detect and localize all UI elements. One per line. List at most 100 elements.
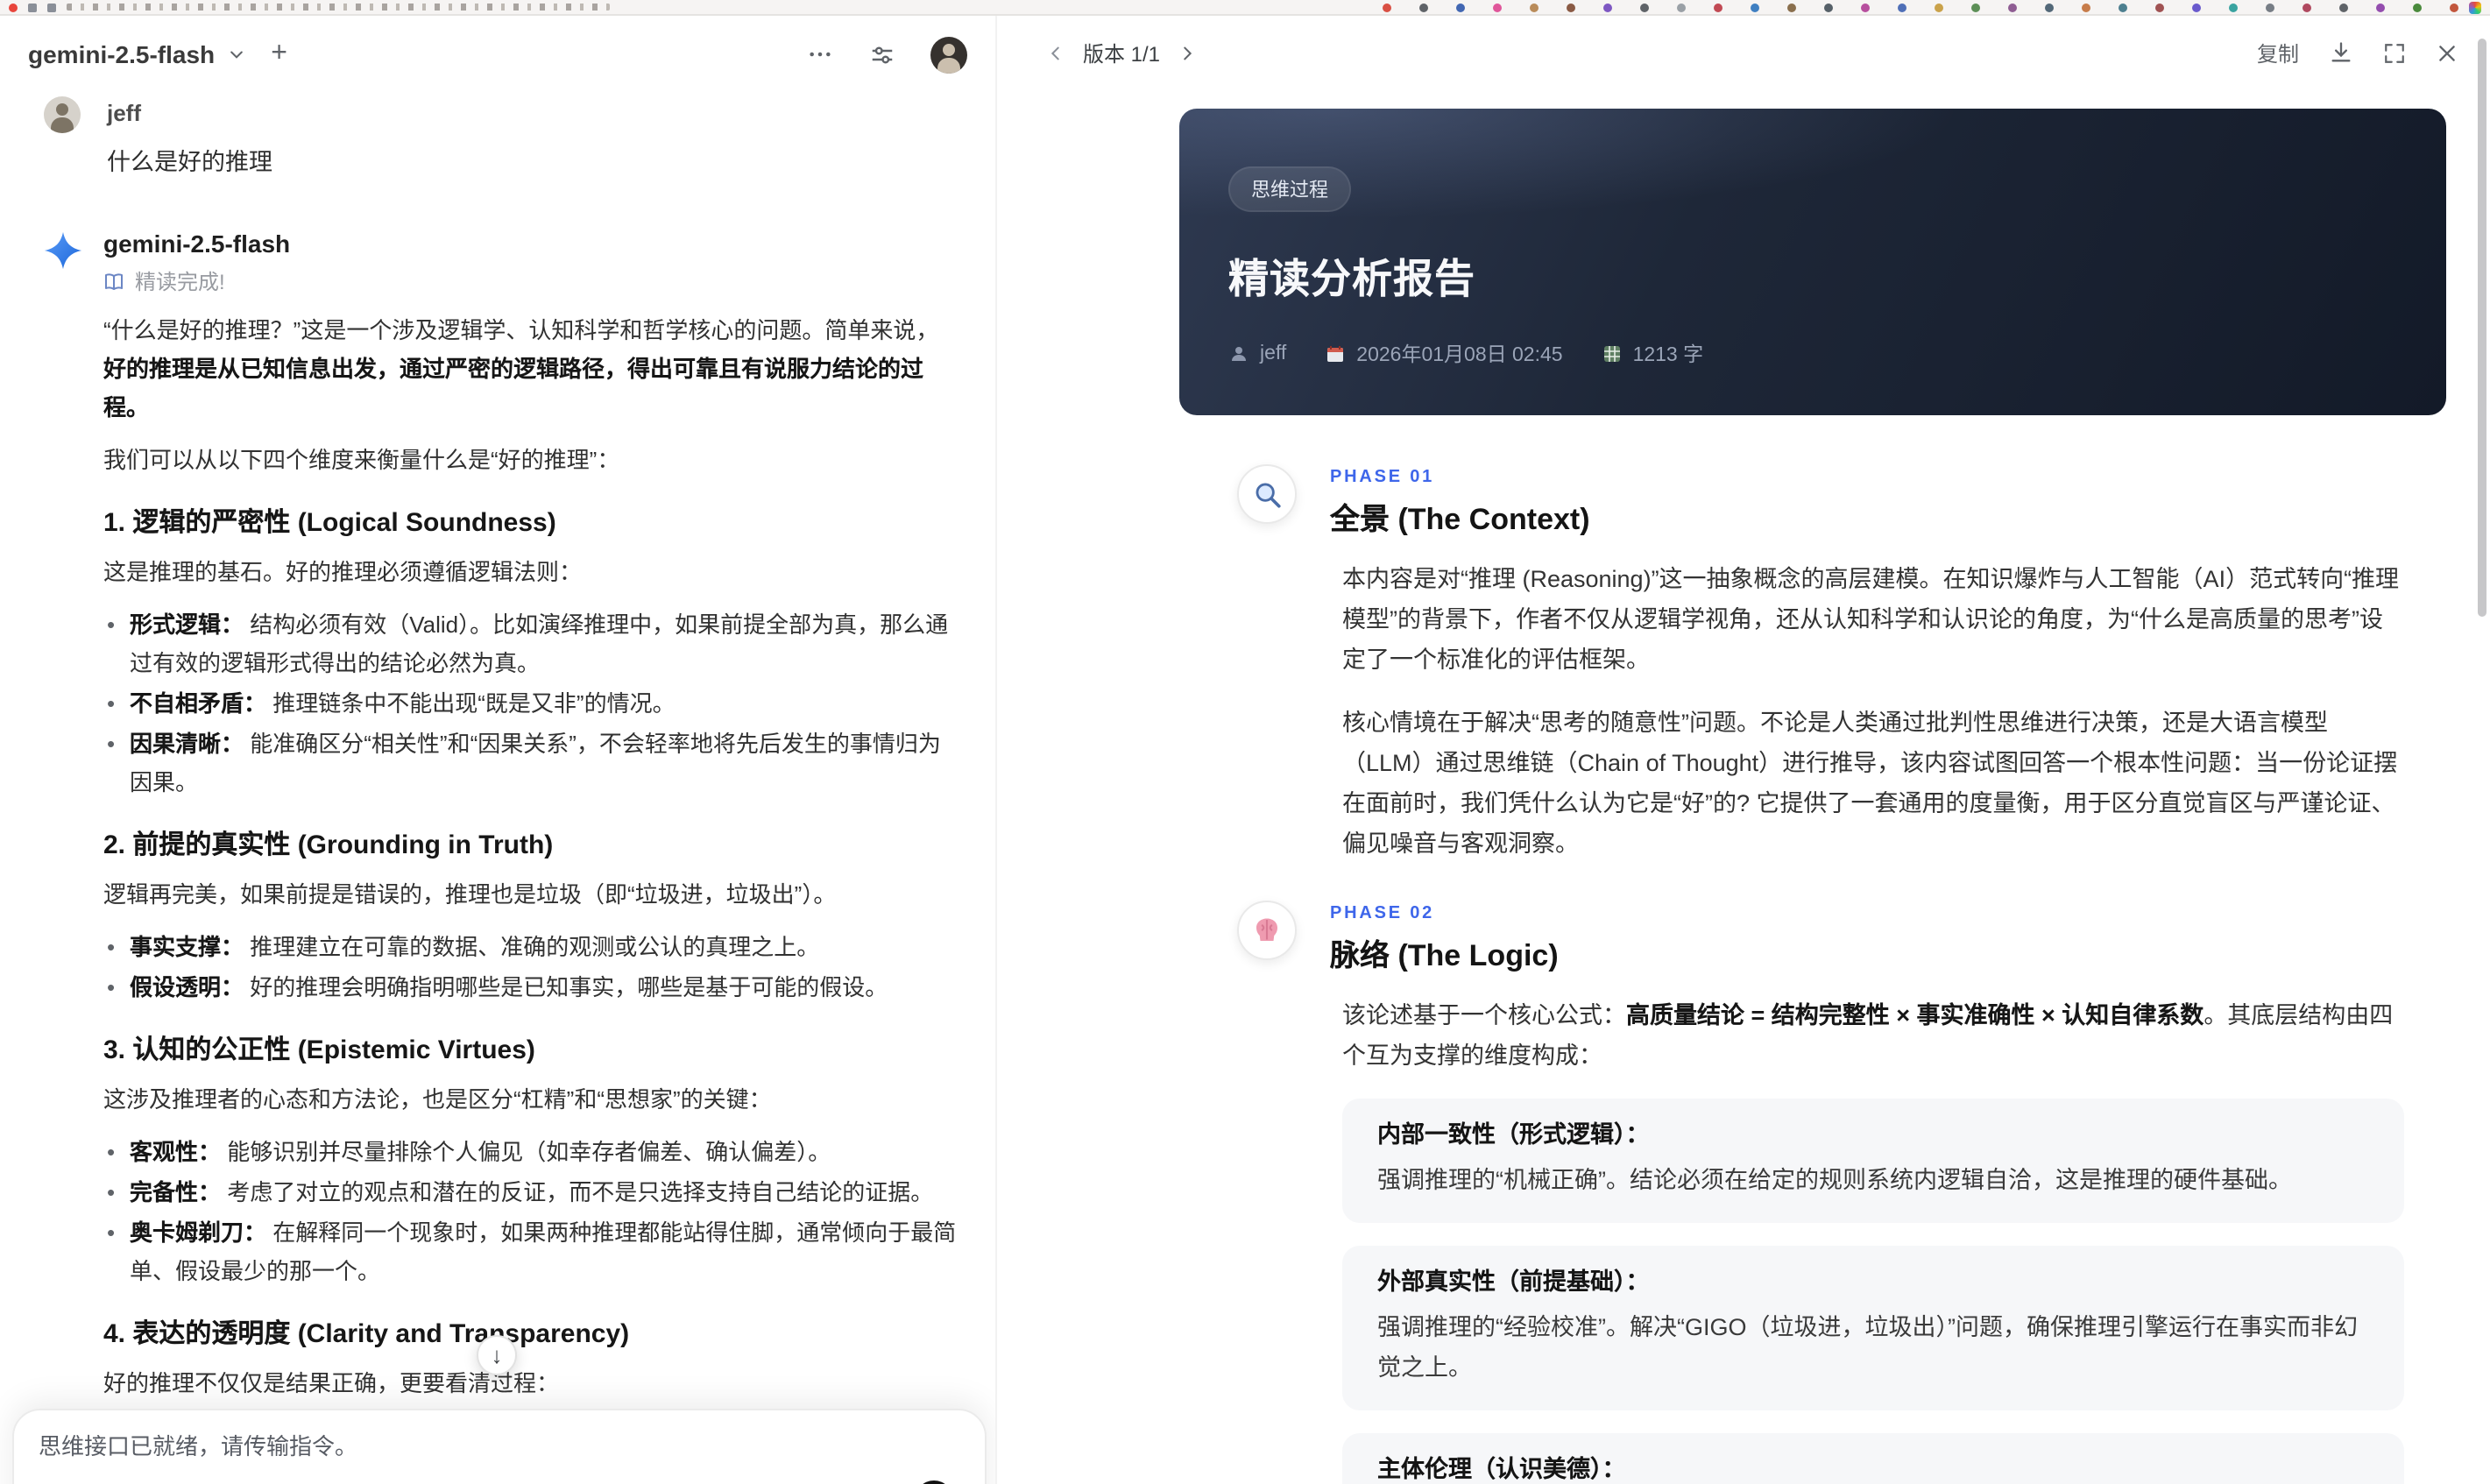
section-title: 3. 认知的公正性 (Epistemic Virtues) <box>103 1035 535 1066</box>
menubar-extension-icon[interactable] <box>2229 3 2238 11</box>
model-name: gemini-2.5-flash <box>28 40 216 68</box>
menubar-extension-icon[interactable] <box>2155 3 2164 11</box>
user-message: jeff 什么是好的推理 <box>44 96 960 177</box>
section-title: 4. 表达的透明度 (Clarity and Transparency) <box>103 1319 630 1350</box>
close-button[interactable] <box>2436 41 2458 64</box>
magnifier-icon <box>1237 464 1297 524</box>
chat-header: gemini-2.5-flash + <box>0 16 995 93</box>
status-text: 精读完成! <box>135 270 225 294</box>
version-label: 版本 1/1 <box>1083 41 1161 66</box>
phase-title: 脉络 (The Logic) <box>1330 938 1559 972</box>
menubar-extension-icon[interactable] <box>2082 3 2090 11</box>
menubar-extension-icon[interactable] <box>2045 3 2054 11</box>
record-indicator-icon <box>9 3 18 11</box>
menubar-extension-icon[interactable] <box>2008 3 2017 11</box>
bullet-item: 因果清晰： 能准确区分“相关性”和“因果关系”，不会轻率地将先后发生的事情归为因… <box>103 726 960 803</box>
menubar-extension-icon[interactable] <box>1787 3 1796 11</box>
rainbow-app-icon[interactable] <box>2469 1 2481 13</box>
user-name: jeff <box>107 100 141 126</box>
user-avatar <box>44 96 81 133</box>
menubar-extension-icon[interactable] <box>2413 3 2422 11</box>
section-intro: 逻辑再完美，如果前提是错误的，推理也是垃圾（即“垃圾进，垃圾出”）。 <box>103 880 837 908</box>
menubar-extension-icon[interactable] <box>1714 3 1722 11</box>
lead-in-paragraph: 我们可以从以下四个维度来衡量什么是“好的推理”： <box>103 447 620 474</box>
grid-icon[interactable] <box>28 3 37 11</box>
menubar-extension-icon[interactable] <box>2266 3 2274 11</box>
assistant-name: gemini-2.5-flash <box>103 230 291 258</box>
arrow-down-icon: ↓ <box>491 1342 503 1368</box>
dimension-body: 强调推理的“机械正确”。结论必须在给定的规则系统内逻辑自洽，这是推理的硬件基础。 <box>1377 1167 2292 1194</box>
phase-formula-paragraph: 该论述基于一个核心公式：高质量结论 = 结构完整性 × 事实准确性 × 认知自律… <box>1342 1001 2394 1068</box>
gemini-star-icon <box>44 231 82 270</box>
menubar-extension-icon[interactable] <box>1935 3 1943 11</box>
calendar-icon <box>1325 343 1346 364</box>
fullscreen-button[interactable] <box>2383 41 2406 64</box>
chevron-right-icon[interactable] <box>1178 43 1197 62</box>
section-title: 2. 前提的真实性 (Grounding in Truth) <box>103 830 554 861</box>
meta-author: jeff <box>1228 343 1286 364</box>
chevron-down-icon <box>227 46 244 63</box>
menubar-extension-icon[interactable] <box>1493 3 1502 11</box>
menubar-extension-icon[interactable] <box>2376 3 2385 11</box>
menubar-extension-icon[interactable] <box>1751 3 1759 11</box>
report-hero-card: 思维过程 精读分析报告 jeff 2026年01月08日 02:45 1213 … <box>1179 109 2446 415</box>
bullet-item: 不自相矛盾： 推理链条中不能出现“既是又非”的情况。 <box>103 685 960 724</box>
menubar-extension-icon[interactable] <box>1456 3 1465 11</box>
window-scrollbar[interactable] <box>2478 39 2486 617</box>
counter-icon <box>1602 343 1623 364</box>
more-options-button[interactable] <box>806 40 834 68</box>
dimension-card: 主体伦理（认识美德）： 转向推理者的心理特征。引入奥卡姆剃刀和反向论证，旨在克服… <box>1342 1433 2404 1484</box>
account-avatar[interactable] <box>930 36 967 73</box>
phase-section-1: PHASE 01 全景 (The Context) 本内容是对“推理 (Reas… <box>1179 464 2446 865</box>
dimension-title: 外部真实性（前提基础）： <box>1377 1268 1650 1296</box>
menubar-extension-icon[interactable] <box>2450 3 2458 11</box>
menu-icon[interactable] <box>47 3 56 11</box>
intro-paragraph: “什么是好的推理？”这是一个涉及逻辑学、认知科学和哲学核心的问题。简单来说，好的… <box>103 317 939 421</box>
download-button[interactable] <box>2329 40 2353 65</box>
menubar-extension-icon[interactable] <box>1567 3 1575 11</box>
chevron-left-icon[interactable] <box>1046 43 1065 62</box>
copy-button[interactable]: 复制 <box>2257 38 2299 67</box>
scroll-to-bottom-button[interactable]: ↓ <box>477 1335 517 1375</box>
assistant-markdown: “什么是好的推理？”这是一个涉及逻辑学、认知科学和哲学核心的问题。简单来说，好的… <box>103 312 960 1456</box>
user-icon <box>1228 343 1249 364</box>
section-intro: 这是推理的基石。好的推理必须遵循逻辑法则： <box>103 558 583 585</box>
menubar-extension-icon[interactable] <box>1898 3 1906 11</box>
new-chat-button[interactable]: + <box>271 39 287 68</box>
menubar-extension-icon[interactable] <box>1640 3 1649 11</box>
model-selector[interactable]: gemini-2.5-flash <box>28 40 244 68</box>
phase-paragraph: 本内容是对“推理 (Reasoning)”这一抽象概念的高层建模。在知识爆炸与人… <box>1342 566 2400 673</box>
assistant-status: 精读完成! <box>103 266 960 296</box>
menubar-extension-icons <box>1383 3 2458 11</box>
menubar-extension-icon[interactable] <box>1383 3 1391 11</box>
chat-message-list[interactable]: jeff 什么是好的推理 gemini-2.5-flash 精读完成! “什么是… <box>0 96 995 1470</box>
voice-input-button[interactable] <box>915 1480 953 1484</box>
tune-settings-button[interactable] <box>869 41 895 67</box>
report-document[interactable]: 思维过程 精读分析报告 jeff 2026年01月08日 02:45 1213 … <box>1179 109 2446 1484</box>
menubar-extension-icon[interactable] <box>1971 3 1980 11</box>
bullet-list: 事实支撑： 推理建立在可靠的数据、准确的观测或公认的真理之上。 假设透明： 好的… <box>103 929 960 1008</box>
phase-section-2: PHASE 02 脉络 (The Logic) 该论述基于一个核心公式：高质量结… <box>1179 900 2446 1484</box>
menubar-extension-icon[interactable] <box>1861 3 1870 11</box>
menubar-extension-icon[interactable] <box>1824 3 1833 11</box>
menubar-extension-icon[interactable] <box>1677 3 1686 11</box>
menubar-extension-icon[interactable] <box>2339 3 2348 11</box>
user-message-text: 什么是好的推理 <box>107 149 272 175</box>
chat-panel: gemini-2.5-flash + jeff 什么是好的推理 gemini-2… <box>0 16 995 1484</box>
dimension-card: 外部真实性（前提基础）： 强调推理的“经验校准”。解决“GIGO（垃圾进，垃圾出… <box>1342 1246 2404 1411</box>
chat-input[interactable] <box>39 1433 960 1459</box>
dimension-title: 主体伦理（认识美德）： <box>1377 1456 1626 1483</box>
section-intro: 这涉及推理者的心态和方法论，也是区分“杠精”和“思想家”的关键： <box>103 1085 772 1113</box>
book-icon <box>103 271 124 292</box>
menubar-extension-icon[interactable] <box>1419 3 1428 11</box>
menubar-extension-icon[interactable] <box>1530 3 1539 11</box>
chat-composer <box>12 1409 987 1484</box>
bullet-list: 客观性： 能够识别并尽量排除个人偏见（如幸存者偏差、确认偏差）。 完备性： 考虑… <box>103 1134 960 1292</box>
menubar-extension-icon[interactable] <box>2192 3 2201 11</box>
menubar-extension-icon[interactable] <box>2119 3 2127 11</box>
meta-word-count: 1213 字 <box>1602 340 1703 368</box>
menubar-extension-icon[interactable] <box>2303 3 2311 11</box>
bullet-item: 事实支撑： 推理建立在可靠的数据、准确的观测或公认的真理之上。 <box>103 929 960 967</box>
menubar-extension-icon[interactable] <box>1603 3 1612 11</box>
phase-label: PHASE 01 <box>1330 468 1435 487</box>
